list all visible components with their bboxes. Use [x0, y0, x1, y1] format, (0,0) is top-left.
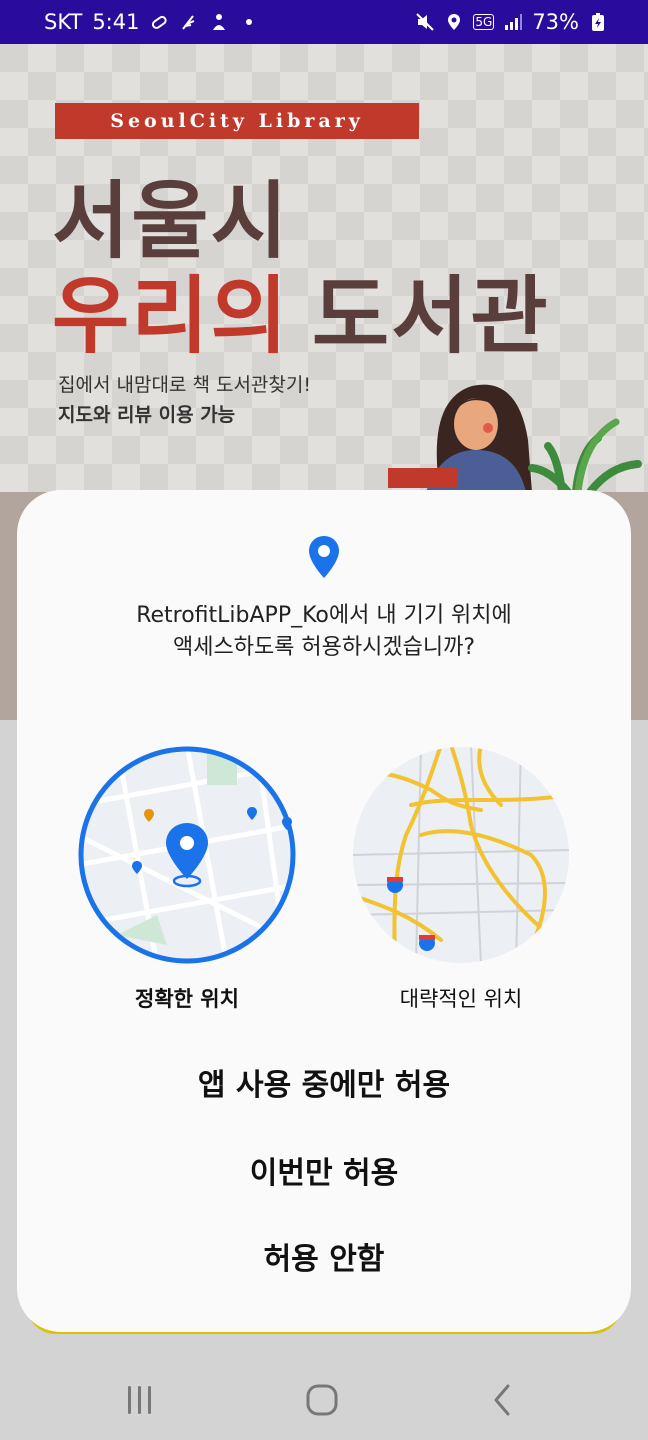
banner-title-line2: 우리의 도서관 — [52, 249, 550, 370]
navigation-bar — [0, 1358, 648, 1440]
allow-while-using-button[interactable]: 앱 사용 중에만 허용 — [17, 1056, 631, 1116]
banner-title-highlight: 우리의 — [52, 266, 290, 365]
permission-message: RetrofitLibAPP_Ko에서 내 기기 위치에 액세스하도록 허용하시… — [17, 600, 631, 664]
library-banner: SeoulCity Library 서울시 우리의 도서관 집에서 내맘대로 책 … — [0, 44, 648, 492]
clock: 5:41 — [92, 10, 140, 34]
feather-icon — [182, 15, 195, 30]
banner-tag: SeoulCity Library — [55, 103, 419, 139]
location-icon — [448, 14, 461, 30]
approximate-location-label: 대략적인 위치 — [399, 987, 523, 1011]
banner-subtitle-1: 집에서 내맘대로 책 도서관찾기! — [58, 374, 311, 396]
banner-title-rest: 도서관 — [311, 266, 550, 365]
signal-icon — [505, 14, 523, 30]
battery-charging-icon — [592, 13, 604, 31]
deny-button[interactable]: 허용 안함 — [17, 1230, 631, 1290]
reading-woman-illustration — [388, 384, 642, 492]
location-permission-dialog: RetrofitLibAPP_Ko에서 내 기기 위치에 액세스하도록 허용하시… — [17, 490, 631, 1332]
dot-icon — [246, 19, 253, 25]
location-pin-icon — [309, 536, 339, 578]
back-icon[interactable] — [482, 1380, 522, 1420]
recent-apps-icon[interactable] — [120, 1380, 160, 1420]
approximate-location-option[interactable]: 대략적인 위치 — [351, 745, 571, 1011]
precise-location-option[interactable]: 정확한 위치 — [77, 745, 297, 1011]
mute-icon — [416, 13, 435, 31]
pill-icon — [152, 15, 168, 29]
carrier-label: SKT — [44, 10, 83, 34]
network-label: 5G — [473, 14, 495, 30]
permission-message-line2: 액세스하도록 허용하시겠습니까? — [172, 635, 476, 660]
banner-subtitle-2: 지도와 리뷰 이용 가능 — [58, 404, 236, 426]
person-icon — [213, 14, 226, 30]
status-bar-left: SKT 5:41 — [44, 0, 259, 44]
precise-map-icon — [78, 746, 296, 964]
permission-message-line1: RetrofitLibAPP_Ko에서 내 기기 위치에 — [136, 603, 512, 628]
precise-location-label: 정확한 위치 — [135, 987, 239, 1011]
approximate-map-icon — [353, 747, 569, 963]
allow-once-button[interactable]: 이번만 허용 — [17, 1144, 631, 1204]
home-icon[interactable] — [302, 1380, 342, 1420]
battery-percent: 73% — [532, 10, 579, 34]
status-bar: SKT 5:41 5G 73% — [0, 0, 648, 44]
status-bar-right: 5G 73% — [415, 0, 608, 44]
